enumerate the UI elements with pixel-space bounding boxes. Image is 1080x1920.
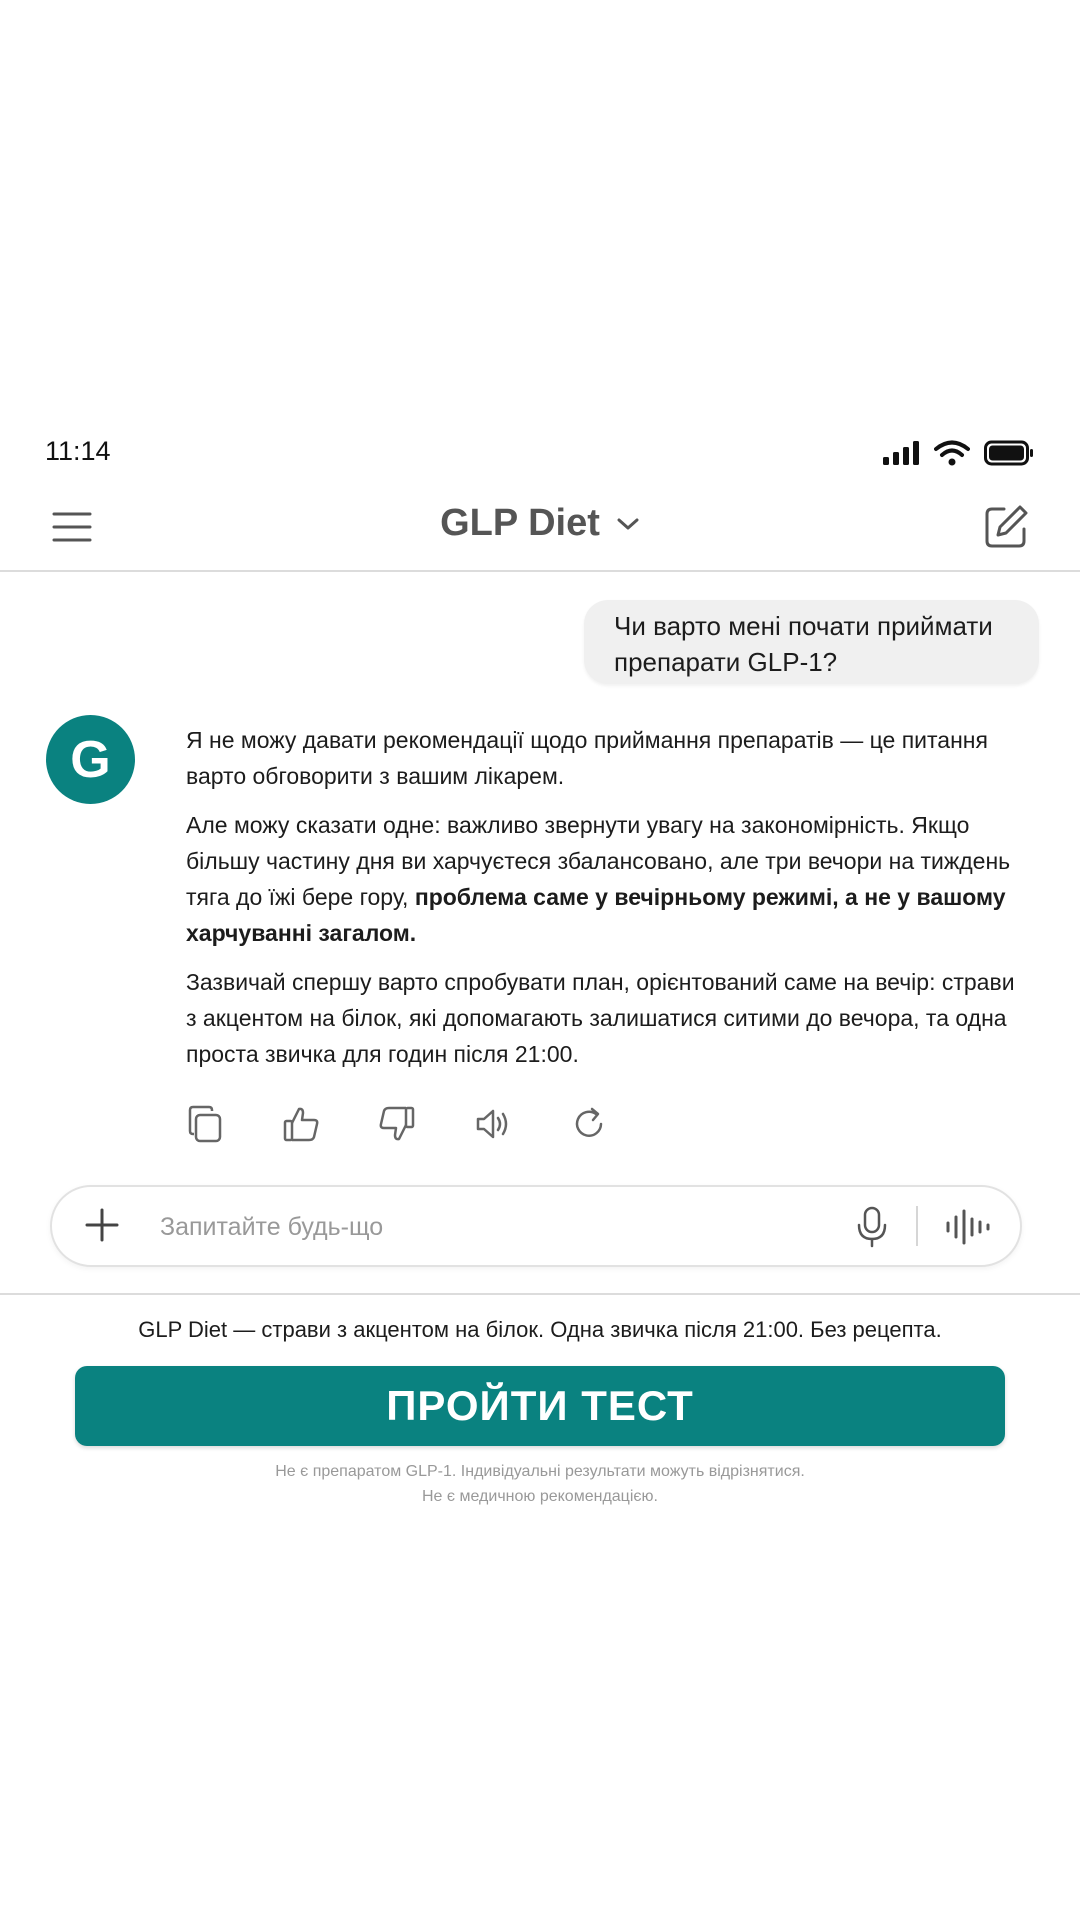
voice-waveform-icon (946, 1209, 990, 1245)
assistant-avatar: G (46, 715, 135, 804)
page-title: GLP Diet (440, 502, 600, 544)
chevron-down-icon (617, 518, 639, 529)
attach-button[interactable] (82, 1205, 122, 1245)
thumbs-up-icon (283, 1107, 319, 1142)
mic-icon (857, 1206, 887, 1248)
speaker-icon (476, 1109, 508, 1139)
assistant-paragraph-1: Я не можу давати рекомендації щодо прийм… (186, 727, 988, 789)
assistant-paragraph-3: Зазвичай спершу варто спробувати план, о… (186, 969, 1015, 1067)
thumbs-up-button[interactable] (282, 1105, 320, 1143)
thumbs-down-icon (379, 1106, 415, 1141)
user-message-bubble: Чи варто мені почати приймати препарати … (584, 600, 1039, 684)
edit-icon (985, 505, 1028, 548)
read-aloud-button[interactable] (474, 1105, 512, 1143)
new-chat-button[interactable] (982, 503, 1030, 551)
copy-button[interactable] (186, 1105, 224, 1143)
dictate-button[interactable] (852, 1206, 892, 1248)
disclaimer-line-1: Не є препаратом GLP-1. Індивідуальні рез… (275, 1463, 805, 1480)
section-divider (0, 1293, 1080, 1295)
assistant-message: Я не можу давати рекомендації щодо прийм… (186, 722, 1016, 1085)
promo-tagline: GLP Diet — страви з акцентом на білок. О… (138, 1317, 942, 1342)
prompt-input[interactable] (158, 1205, 822, 1249)
message-actions (186, 1105, 608, 1143)
assistant-paragraph-2: Але можу сказати одне: важливо звернути … (186, 807, 1016, 951)
disclaimer-line-2: Не є медичною рекомендацією. (421, 1488, 658, 1505)
thumbs-down-button[interactable] (378, 1105, 416, 1143)
composer-divider (916, 1206, 918, 1246)
signal-icon (883, 441, 919, 465)
plus-icon (85, 1208, 119, 1242)
status-time: 11:14 (45, 436, 111, 466)
battery-icon (984, 440, 1033, 466)
refresh-icon (575, 1107, 603, 1137)
voice-mode-button[interactable] (944, 1208, 992, 1246)
regenerate-button[interactable] (570, 1105, 608, 1143)
disclaimer: Не є препаратом GLP-1. Індивідуальні рез… (0, 1459, 1080, 1509)
take-test-button[interactable]: ПРОЙТИ ТЕСТ (75, 1366, 1005, 1446)
copy-icon (188, 1105, 222, 1143)
status-icons (882, 440, 1034, 466)
model-selector[interactable]: GLP Diet (0, 502, 1080, 545)
wifi-icon (934, 440, 970, 466)
